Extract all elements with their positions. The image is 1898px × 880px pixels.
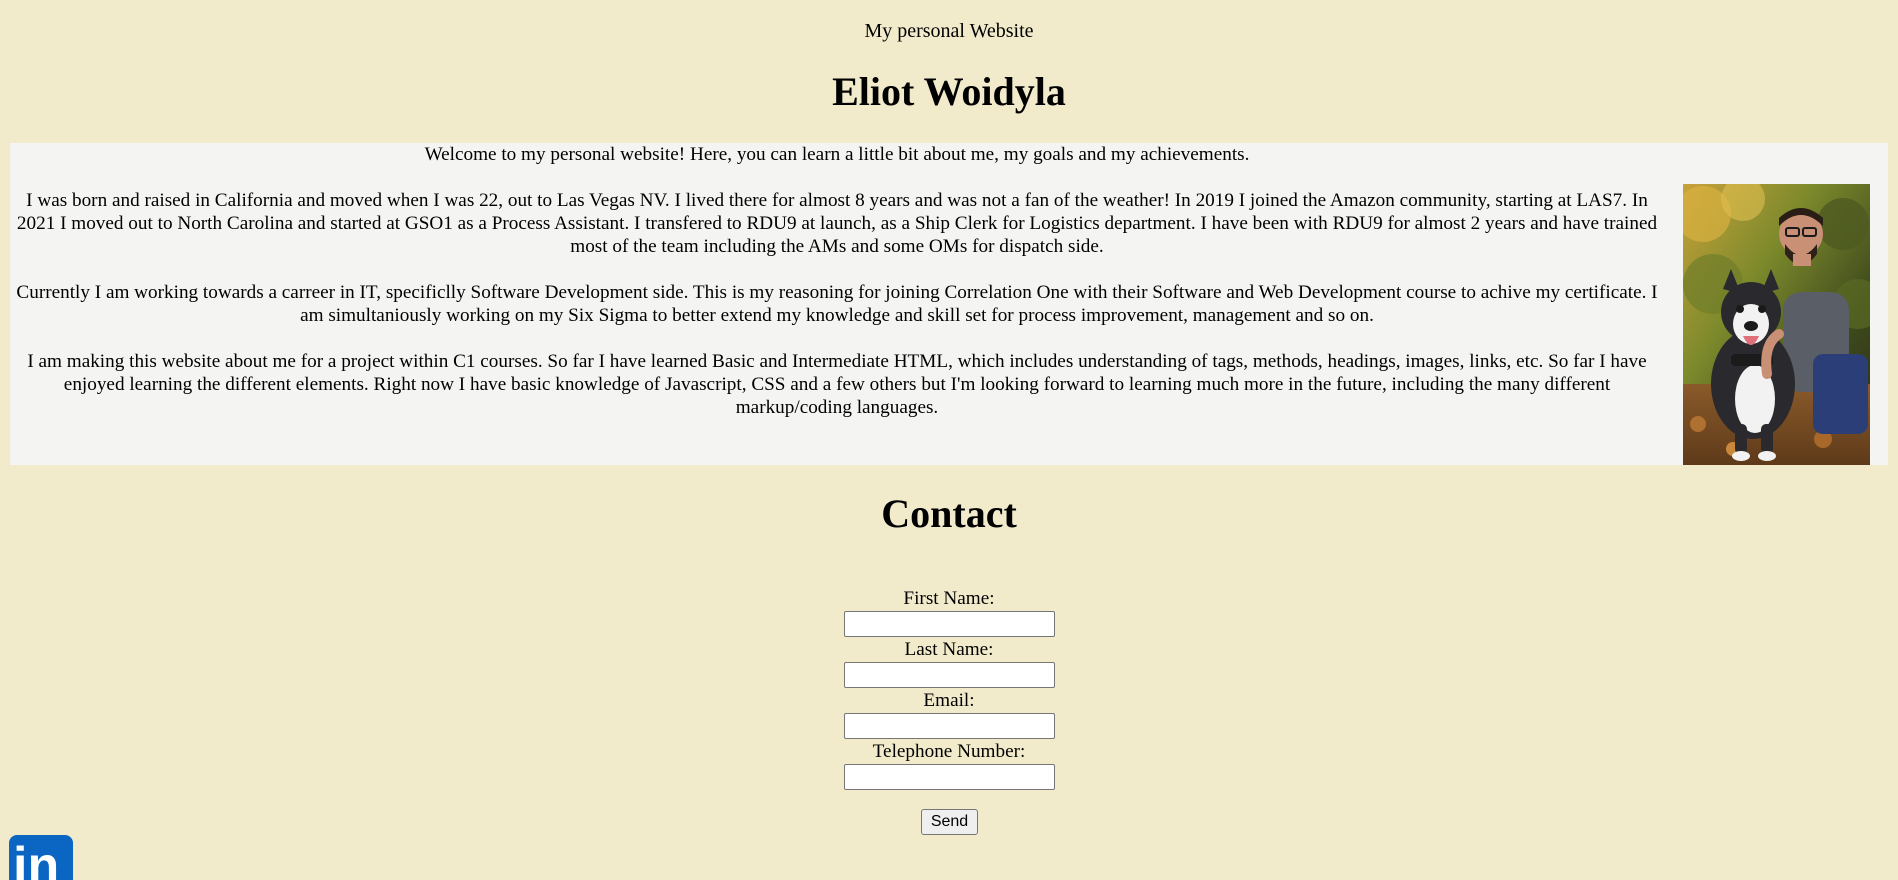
last-name-label: Last Name: (904, 639, 994, 660)
email-input[interactable] (843, 713, 1055, 739)
about-paragraph-welcome: Welcome to my personal website! Here, yo… (424, 144, 1250, 165)
telephone-label: Telephone Number: (872, 741, 1026, 762)
last-name-input[interactable] (843, 662, 1055, 688)
about-section: Welcome to my personal website! Here, yo… (10, 143, 1888, 465)
profile-photo (1683, 184, 1870, 465)
linkedin-link[interactable]: in (9, 835, 73, 880)
linkedin-logo-text: in (13, 837, 59, 880)
first-name-label: First Name: (903, 588, 995, 609)
contact-heading: Contact (881, 491, 1017, 536)
about-paragraph-project: I am making this website about me for a … (27, 351, 1647, 418)
site-label: My personal Website (864, 20, 1034, 42)
email-label: Email: (923, 690, 975, 711)
first-name-input[interactable] (843, 611, 1055, 637)
about-paragraph-background: I was born and raised in California and … (16, 190, 1658, 257)
about-text: Welcome to my personal website! Here, yo… (10, 143, 1664, 442)
linkedin-icon: in (9, 835, 73, 880)
profile-photo-illustration (1683, 184, 1870, 465)
about-paragraph-career: Currently I am working towards a carreer… (16, 282, 1658, 326)
telephone-input[interactable] (843, 764, 1055, 790)
page-title: Eliot Woidyla (832, 69, 1066, 114)
contact-form: First Name: Last Name: Email: Telephone … (0, 587, 1898, 791)
send-button[interactable]: Send (921, 809, 978, 835)
